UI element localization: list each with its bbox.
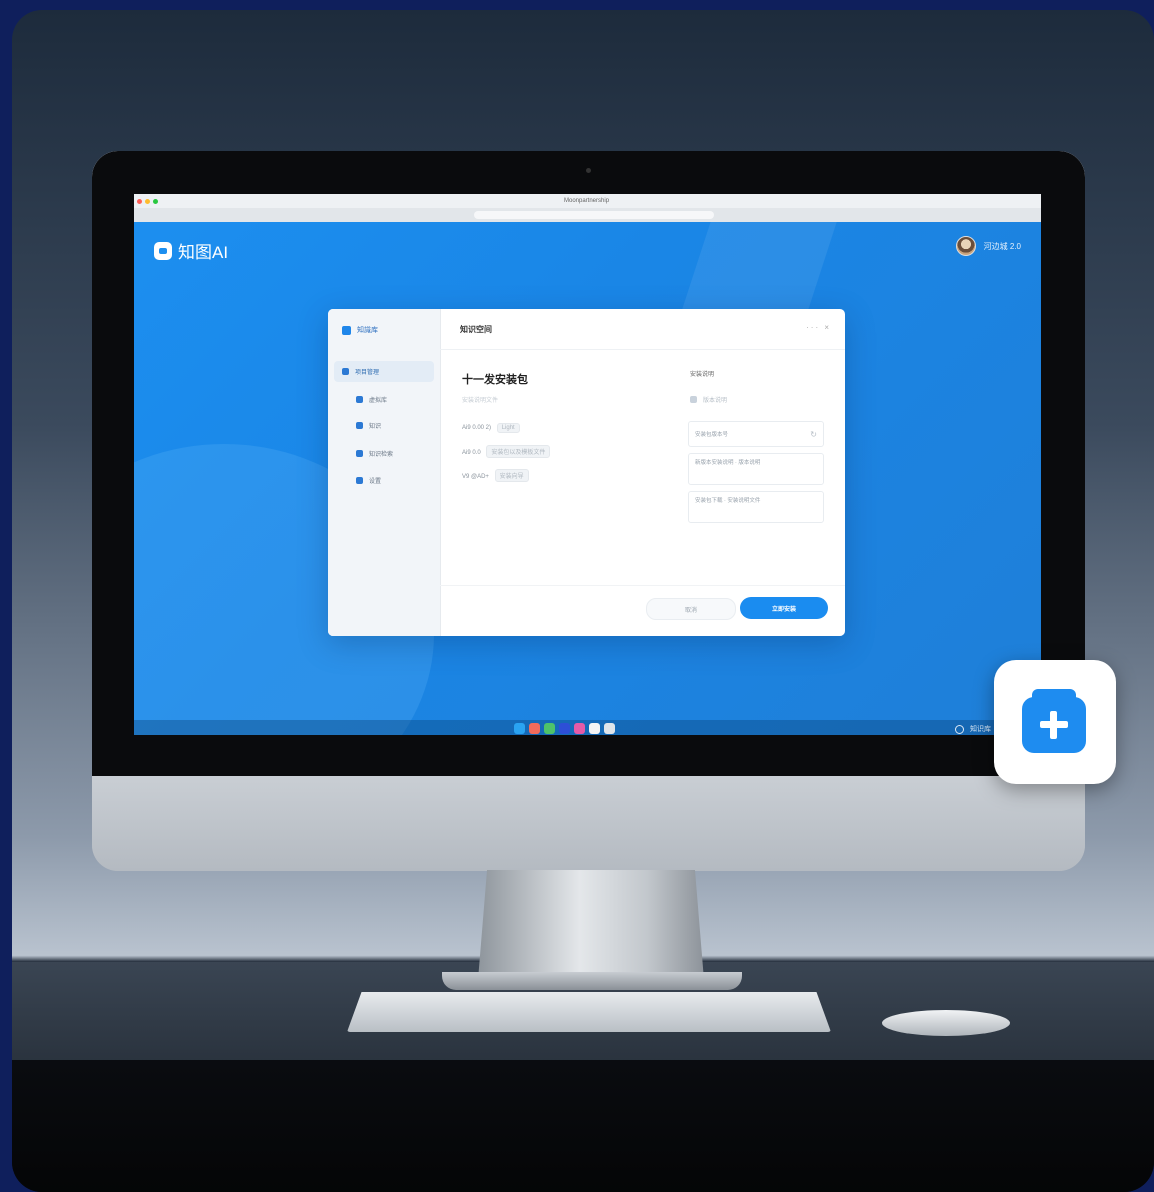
sidebar-item-virtual[interactable]: 虚拟库	[356, 395, 387, 404]
browser-menubar: Moonpartnership	[134, 194, 1041, 208]
download-note-box: 安装包下载 · 安装说明文件	[688, 491, 824, 523]
book-icon	[356, 422, 363, 429]
sidebar-item-settings[interactable]: 设置	[356, 476, 381, 485]
mouse	[882, 1010, 1010, 1036]
sidebar-item-label: 知识	[369, 424, 382, 430]
keyboard	[347, 992, 831, 1032]
cancel-button[interactable]: 取消	[646, 598, 736, 620]
download-note-label: 安装包下载 · 安装说明文件	[695, 498, 761, 504]
sidebar-item-projects[interactable]: 项目管理	[334, 361, 434, 382]
dialog-header: 知识空间 ··· ×	[440, 309, 845, 350]
gear-icon	[356, 477, 363, 484]
version-note-label: 新版本安装说明 · 版本说明	[695, 460, 761, 466]
sidebar-header: 知識库	[342, 325, 378, 335]
monitor-stand	[478, 870, 704, 980]
row-chip: 安装向导	[494, 469, 529, 482]
clock-icon	[955, 724, 964, 734]
app-logo[interactable]: 知图AI	[154, 238, 228, 263]
sidebar-item-label: 虚拟库	[369, 398, 388, 404]
folder-icon	[342, 368, 349, 375]
stand-base	[442, 972, 742, 990]
row-label: Ai9 0.00 2)	[462, 425, 492, 431]
info-subtitle-label: 版本说明	[703, 398, 728, 404]
refresh-icon[interactable]: ↻	[810, 430, 817, 439]
sidebar-item-knowledge[interactable]: 知识	[356, 421, 381, 430]
monitor: Moonpartnership 知图AI 河边城 2.0 知識库 项目管理 虚拟…	[92, 151, 1085, 871]
sidebar-item-label: 项目管理	[355, 370, 380, 376]
install-dialog: 知識库 项目管理 虚拟库 知识 知识检索 设置 知识空间 ··· × 十一发安装…	[328, 309, 845, 636]
row-label: Ai9 0.0	[462, 450, 481, 456]
browser-tabbar	[134, 208, 1041, 222]
dock-icons	[514, 723, 619, 734]
app-icon-1[interactable]	[514, 723, 525, 734]
sidebar-item-label: 知识检索	[369, 452, 394, 458]
sidebar-header-label: 知識库	[357, 327, 378, 334]
version-field-label: 安装包版本号	[695, 432, 729, 438]
package-row[interactable]: Ai9 0.0 安装包以及模板文件	[462, 445, 551, 458]
install-info-panel: 安装说明 版本说明 安装包版本号 ↻ 新版本安装说明 · 版本说明 安装包下载 …	[688, 349, 828, 579]
dialog-controls[interactable]: ··· ×	[806, 323, 831, 332]
dialog-footer: 取消 立即安装	[440, 585, 845, 636]
dialog-sidebar: 知識库 项目管理 虚拟库 知识 知识检索 设置	[328, 309, 441, 636]
install-button[interactable]: 立即安装	[740, 597, 828, 619]
package-title: 十一发安装包	[462, 374, 528, 386]
version-field[interactable]: 安装包版本号 ↻	[688, 421, 824, 447]
dialog-title: 知识空间	[460, 325, 492, 334]
search-icon	[356, 450, 363, 457]
floating-app-tile[interactable]	[994, 660, 1116, 784]
close-dot[interactable]	[137, 198, 142, 204]
maximize-dot[interactable]	[153, 198, 158, 204]
app-icon-4[interactable]	[559, 723, 570, 734]
monitor-bezel: Moonpartnership 知图AI 河边城 2.0 知識库 项目管理 虚拟…	[92, 151, 1085, 776]
minimize-dot[interactable]	[145, 198, 150, 204]
info-subtitle: 版本说明	[690, 395, 727, 404]
app-icon-5[interactable]	[574, 723, 585, 734]
tray[interactable]: 知识库	[955, 724, 991, 734]
address-bar[interactable]	[474, 211, 714, 219]
package-row[interactable]: Ai9 0.00 2) Light	[462, 423, 520, 433]
library-icon	[356, 396, 363, 403]
medical-kit-icon	[1022, 689, 1086, 753]
avatar[interactable]	[955, 236, 976, 256]
row-chip: Light	[496, 423, 520, 433]
row-label: V9 @AD+	[462, 474, 489, 480]
package-subtitle: 安装说明文件	[462, 398, 499, 404]
browser-title: Moonpartnership	[564, 198, 610, 204]
app-icon-6[interactable]	[589, 723, 600, 734]
app-icon-2[interactable]	[529, 723, 540, 734]
package-row[interactable]: V9 @AD+ 安装向导	[462, 469, 529, 482]
sidebar-item-search[interactable]: 知识检索	[356, 449, 393, 458]
taskbar: 知识库	[134, 720, 1041, 735]
app-name: 知图AI	[178, 243, 229, 262]
monitor-chin	[92, 776, 1085, 871]
sidebar-item-label: 设置	[369, 479, 382, 485]
app-icon-7[interactable]	[604, 723, 615, 734]
screen: Moonpartnership 知图AI 河边城 2.0 知識库 项目管理 虚拟…	[134, 194, 1041, 735]
user-label: 河边城 2.0	[983, 241, 1021, 251]
dialog-main: 十一发安装包 安装说明文件 Ai9 0.00 2) Light Ai9 0.0 …	[440, 349, 670, 589]
plus-icon-v	[1050, 711, 1057, 739]
knowledge-icon	[342, 325, 351, 335]
version-note-box: 新版本安装说明 · 版本说明	[688, 453, 824, 485]
row-chip: 安装包以及模板文件	[486, 445, 551, 458]
doc-icon	[690, 396, 697, 403]
app-icon-3[interactable]	[544, 723, 555, 734]
logo-icon	[154, 241, 172, 260]
hero-frame: Moonpartnership 知图AI 河边城 2.0 知識库 项目管理 虚拟…	[12, 10, 1154, 1192]
camera-dot	[586, 168, 591, 173]
user-menu[interactable]: 河边城 2.0	[955, 236, 1021, 256]
tray-label: 知识库	[970, 726, 991, 733]
desk-front	[12, 1060, 1154, 1192]
info-title: 安装说明	[690, 372, 715, 378]
